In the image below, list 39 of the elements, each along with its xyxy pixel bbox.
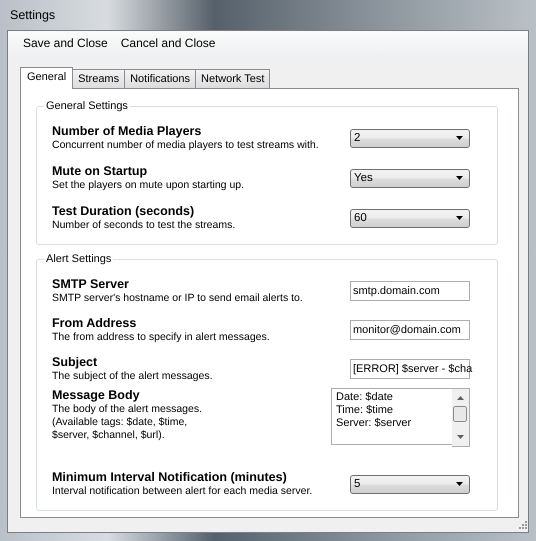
window-title: Settings: [10, 8, 56, 22]
setting-label: Message Body: [52, 388, 141, 403]
dropdown[interactable]: 2: [350, 128, 470, 148]
setting-description: The from address to specify in alert messages.: [52, 330, 270, 344]
resize-grip-icon[interactable]: [518, 520, 527, 529]
group-title: General Settings: [45, 100, 129, 112]
menu-item[interactable]: Cancel and Close: [116, 33, 220, 53]
text-area[interactable]: Date: $date Time: $time Server: $server: [331, 388, 452, 445]
menu-item[interactable]: Save and Close: [18, 33, 113, 53]
input-field[interactable]: [ERROR] $server - $cha: [350, 358, 470, 378]
tab[interactable]: Streams: [72, 69, 126, 88]
setting-description: The body of the alert messages. (Available tags: $date, $time, $server, $channel, $url).: [52, 403, 202, 442]
caret-icon: [456, 136, 463, 140]
setting-description: Concurrent number of media players to test streams with.: [52, 139, 319, 152]
scrollbar[interactable]: [452, 388, 470, 447]
setting-label: Number of Media Players: [52, 124, 202, 139]
setting-description: Set the players on mute upon starting up.: [52, 179, 244, 192]
dropdown[interactable]: 60: [350, 208, 470, 228]
caret-icon: [456, 482, 463, 486]
dropdown[interactable]: Yes: [350, 168, 470, 188]
tab[interactable]: Network Test: [195, 69, 270, 88]
tab[interactable]: General: [20, 67, 74, 89]
tab[interactable]: Notifications: [124, 69, 196, 88]
setting-label: SMTP Server: [52, 276, 130, 292]
dropdown[interactable]: 5: [350, 474, 470, 494]
caret-icon: [456, 176, 463, 180]
setting-label: Minimum Interval Notification (minutes): [52, 470, 288, 485]
group-title: Alert Settings: [45, 253, 112, 265]
setting-label: Test Duration (seconds): [52, 204, 196, 219]
input-field[interactable]: smtp.domain.com: [350, 280, 470, 300]
setting-description: Number of seconds to test the streams.: [52, 219, 236, 232]
setting-description: SMTP server's hostname or IP to send email alerts to.: [52, 292, 303, 304]
setting-description: The subject of the alert messages.: [52, 370, 212, 382]
setting-label: From Address: [52, 316, 138, 330]
setting-label: Subject: [52, 354, 98, 370]
caret-icon: [456, 216, 463, 220]
setting-description: Interval notification between alert for each media server.: [52, 485, 312, 498]
setting-label: Mute on Startup: [52, 164, 148, 179]
input-field[interactable]: monitor@domain.com: [350, 320, 470, 340]
